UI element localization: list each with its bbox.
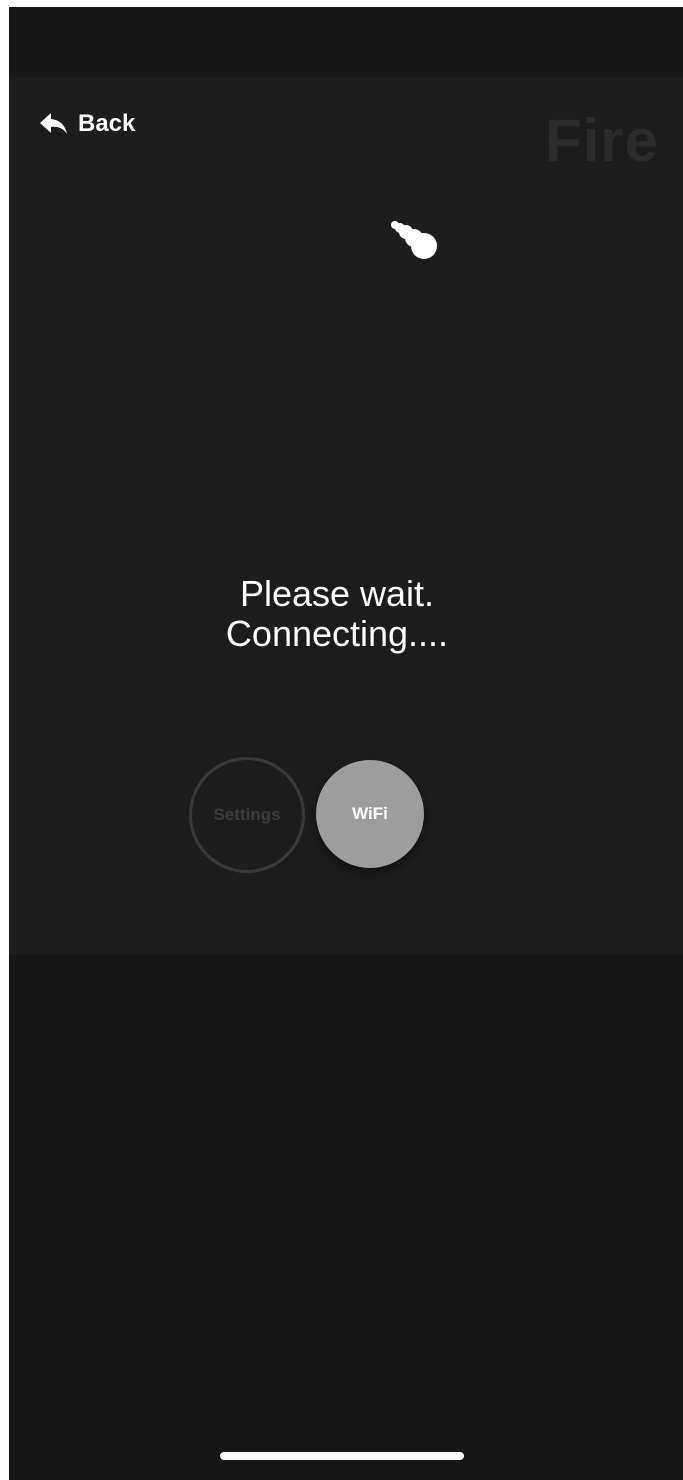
status-line-2: Connecting.... xyxy=(225,613,449,654)
back-button[interactable]: Back xyxy=(38,106,135,142)
mode-title: Fire xyxy=(544,107,659,174)
lower-panel xyxy=(9,955,683,1480)
back-arrow-icon xyxy=(38,111,68,137)
status-bar xyxy=(9,7,683,77)
app-screen xyxy=(9,7,683,1480)
settings-button[interactable]: Settings xyxy=(189,757,305,873)
wifi-button[interactable]: WiFi xyxy=(316,760,424,868)
connection-status-message: Please wait. Connecting.... xyxy=(0,574,674,654)
home-indicator[interactable] xyxy=(220,1452,464,1460)
status-line-1: Please wait. xyxy=(239,573,435,614)
back-label: Back xyxy=(78,110,136,137)
loading-spinner-icon xyxy=(380,215,444,263)
